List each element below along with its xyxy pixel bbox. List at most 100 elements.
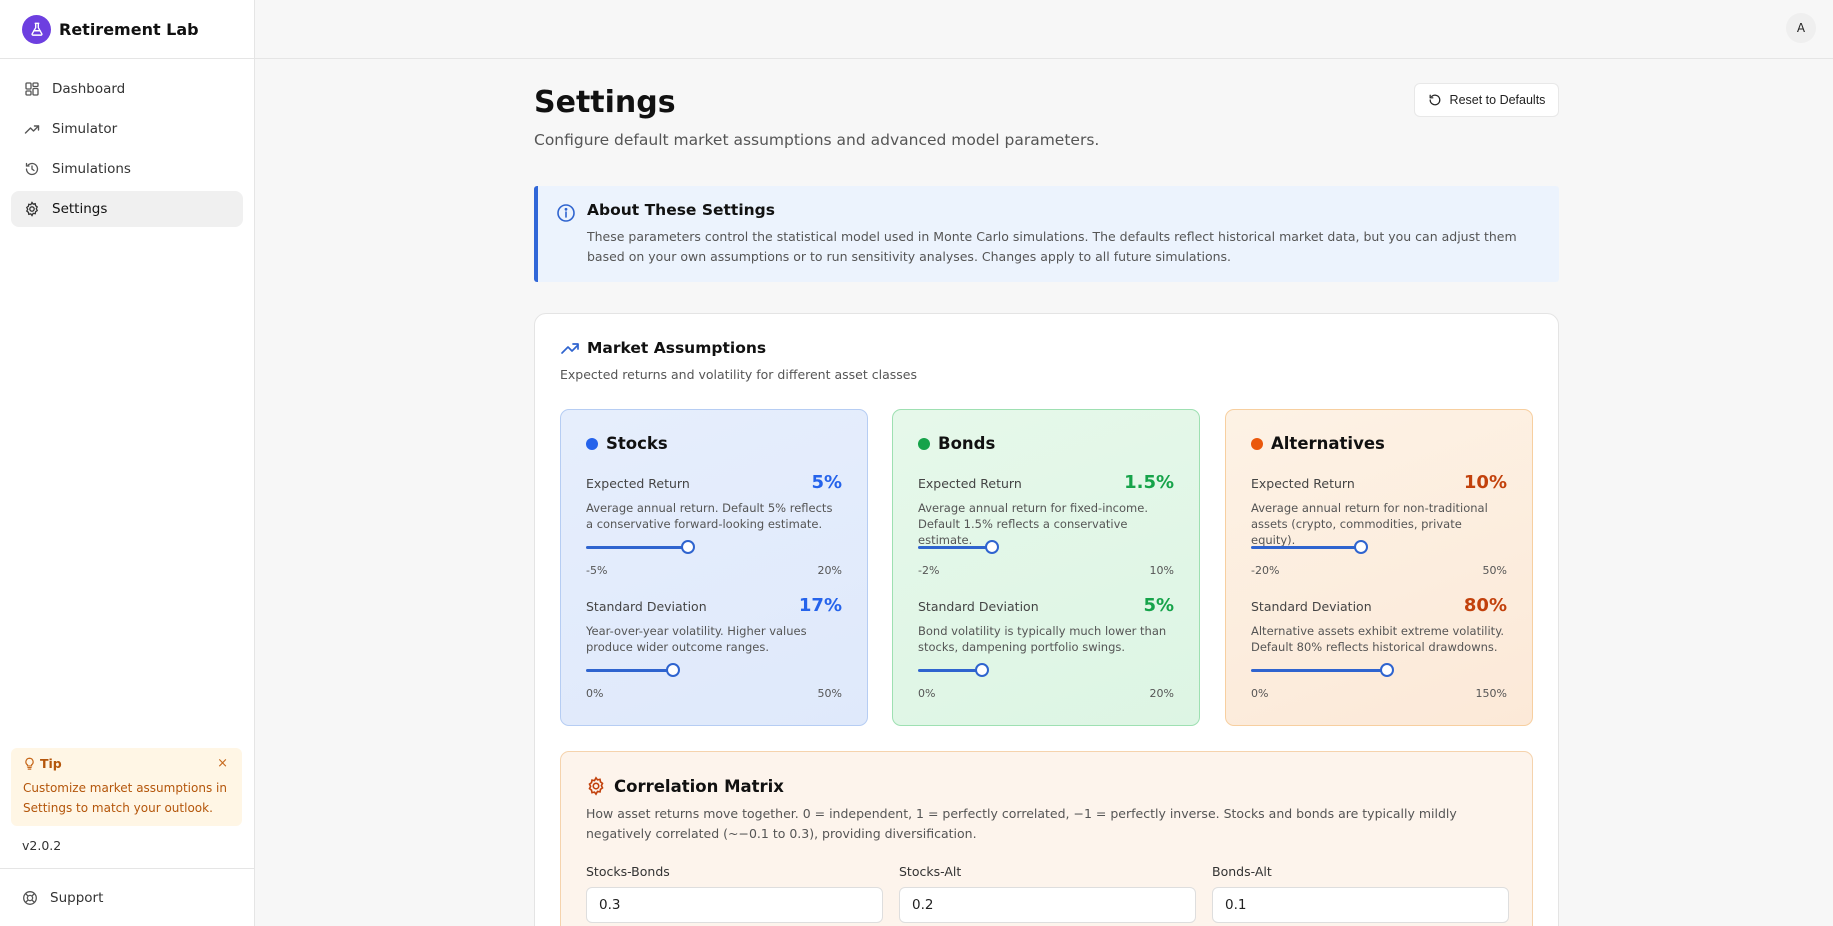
param-description: Average annual return. Default 5% reflec…	[586, 501, 833, 531]
sidebar-item-dashboard[interactable]: Dashboard	[11, 71, 243, 107]
expected-return-slider[interactable]	[1251, 540, 1507, 554]
param-label: Expected Return	[918, 476, 1022, 491]
support-label: Support	[50, 889, 104, 906]
asset-name: Alternatives	[1271, 434, 1385, 453]
param-label: Standard Deviation	[1251, 599, 1372, 614]
page-subtitle: Configure default market assumptions and…	[534, 131, 1100, 149]
asset-card-stocks: Stocks Expected Return 5% Average annual…	[560, 409, 868, 726]
page-title: Settings	[534, 85, 676, 120]
standard-deviation-slider[interactable]	[1251, 663, 1507, 677]
info-callout: About These Settings These parameters co…	[534, 186, 1559, 282]
param-label: Expected Return	[1251, 476, 1355, 491]
param-value: 80%	[1463, 595, 1507, 616]
tip-banner: Tip × Customize market assumptions in Se…	[11, 748, 242, 826]
slider-thumb[interactable]	[985, 540, 999, 554]
tip-title: Tip	[40, 756, 62, 771]
info-icon	[557, 204, 575, 222]
trending-up-icon	[24, 125, 40, 134]
asset-color-dot	[586, 437, 598, 450]
correlation-matrix-description: How asset returns move together. 0 = ind…	[586, 806, 1457, 841]
slider-thumb[interactable]	[666, 663, 680, 677]
asset-name: Bonds	[938, 434, 996, 453]
sidebar-item-simulator[interactable]: Simulator	[11, 111, 243, 147]
lifebuoy-icon	[23, 890, 37, 905]
range-max: 150%	[1475, 687, 1507, 700]
correlation-matrix-header: Correlation Matrix	[586, 776, 784, 796]
market-assumptions-subtitle: Expected returns and volatility for diff…	[560, 367, 917, 382]
app-name: Retirement Lab	[59, 19, 199, 39]
gear-icon	[25, 201, 39, 217]
market-assumptions-header: Market Assumptions	[560, 338, 766, 358]
range-max: 20%	[1149, 687, 1174, 700]
expected-return-slider[interactable]	[918, 540, 1174, 554]
param-label: Standard Deviation	[918, 599, 1039, 614]
sidebar-item-label: Simulator	[52, 121, 118, 137]
field-label: Stocks-Bonds	[586, 864, 670, 879]
sidebar-item-label: Dashboard	[52, 81, 126, 97]
param-description: Alternative assets exhibit extreme volat…	[1251, 624, 1505, 654]
range-max: 50%	[817, 687, 842, 700]
lightbulb-icon	[25, 757, 34, 770]
stocks-bonds-input[interactable]	[586, 887, 883, 923]
slider-thumb[interactable]	[1380, 663, 1394, 677]
correlation-matrix-section: Correlation Matrix How asset returns mov…	[560, 751, 1533, 926]
param-value: 1.5%	[1124, 472, 1174, 493]
correlation-matrix-title: Correlation Matrix	[614, 776, 784, 796]
avatar[interactable]: A	[1786, 13, 1816, 43]
topbar: A	[255, 0, 1833, 59]
brand[interactable]: Retirement Lab	[0, 0, 254, 59]
standard-deviation-slider[interactable]	[586, 663, 842, 677]
range-max: 20%	[817, 564, 842, 577]
correlation-field-bonds-alt: Bonds-Alt	[1212, 864, 1509, 923]
info-text: These parameters control the statistical…	[587, 229, 1517, 264]
standard-deviation-slider[interactable]	[918, 663, 1174, 677]
field-label: Bonds-Alt	[1212, 864, 1272, 879]
asset-color-dot	[1251, 437, 1263, 450]
support-link[interactable]: Support	[0, 868, 255, 926]
slider-track	[586, 669, 673, 672]
param-value: 5%	[811, 472, 842, 493]
sidebar-nav: Dashboard Simulator Simulations Settings	[0, 59, 254, 243]
stocks-alt-input[interactable]	[899, 887, 1196, 923]
slider-track	[918, 546, 992, 549]
slider-thumb[interactable]	[975, 663, 989, 677]
info-title: About These Settings	[587, 201, 775, 219]
range-min: -5%	[586, 564, 608, 577]
sidebar-item-settings[interactable]: Settings	[11, 191, 243, 227]
grid-icon	[25, 82, 39, 96]
param-label: Standard Deviation	[586, 599, 707, 614]
range-min: 0%	[918, 687, 936, 700]
expected-return-slider[interactable]	[586, 540, 842, 554]
param-description: Bond volatility is typically much lower …	[918, 624, 1167, 654]
slider-thumb[interactable]	[681, 540, 695, 554]
asset-title: Alternatives	[1251, 434, 1385, 453]
asset-card-alternatives: Alternatives Expected Return 10% Average…	[1225, 409, 1533, 726]
range-min: -20%	[1251, 564, 1280, 577]
slider-track	[1251, 546, 1361, 549]
market-assumptions-title: Market Assumptions	[587, 339, 767, 357]
gear-icon	[588, 776, 604, 796]
sidebar-item-label: Settings	[52, 201, 108, 217]
reset-defaults-label: Reset to Defaults	[1449, 93, 1546, 107]
sidebar-item-simulations[interactable]: Simulations	[11, 151, 243, 187]
app-version: v2.0.2	[22, 838, 62, 853]
slider-thumb[interactable]	[1354, 540, 1368, 554]
field-label: Stocks-Alt	[899, 864, 962, 879]
reset-defaults-button[interactable]: Reset to Defaults	[1414, 83, 1559, 117]
range-min: 0%	[1251, 687, 1269, 700]
bonds-alt-input[interactable]	[1212, 887, 1509, 923]
range-max: 50%	[1482, 564, 1507, 577]
slider-track	[1251, 669, 1387, 672]
range-max: 10%	[1149, 564, 1174, 577]
correlation-field-stocks-alt: Stocks-Alt	[899, 864, 1196, 923]
param-value: 5%	[1143, 595, 1174, 616]
asset-title: Stocks	[586, 434, 668, 453]
asset-card-bonds: Bonds Expected Return 1.5% Average annua…	[892, 409, 1200, 726]
range-min: -2%	[918, 564, 940, 577]
slider-track	[586, 546, 688, 549]
close-icon[interactable]: ×	[217, 756, 228, 771]
flask-icon	[22, 14, 51, 44]
param-description: Year-over-year volatility. Higher values…	[586, 624, 807, 654]
slider-track	[918, 669, 982, 672]
asset-color-dot	[918, 437, 930, 450]
